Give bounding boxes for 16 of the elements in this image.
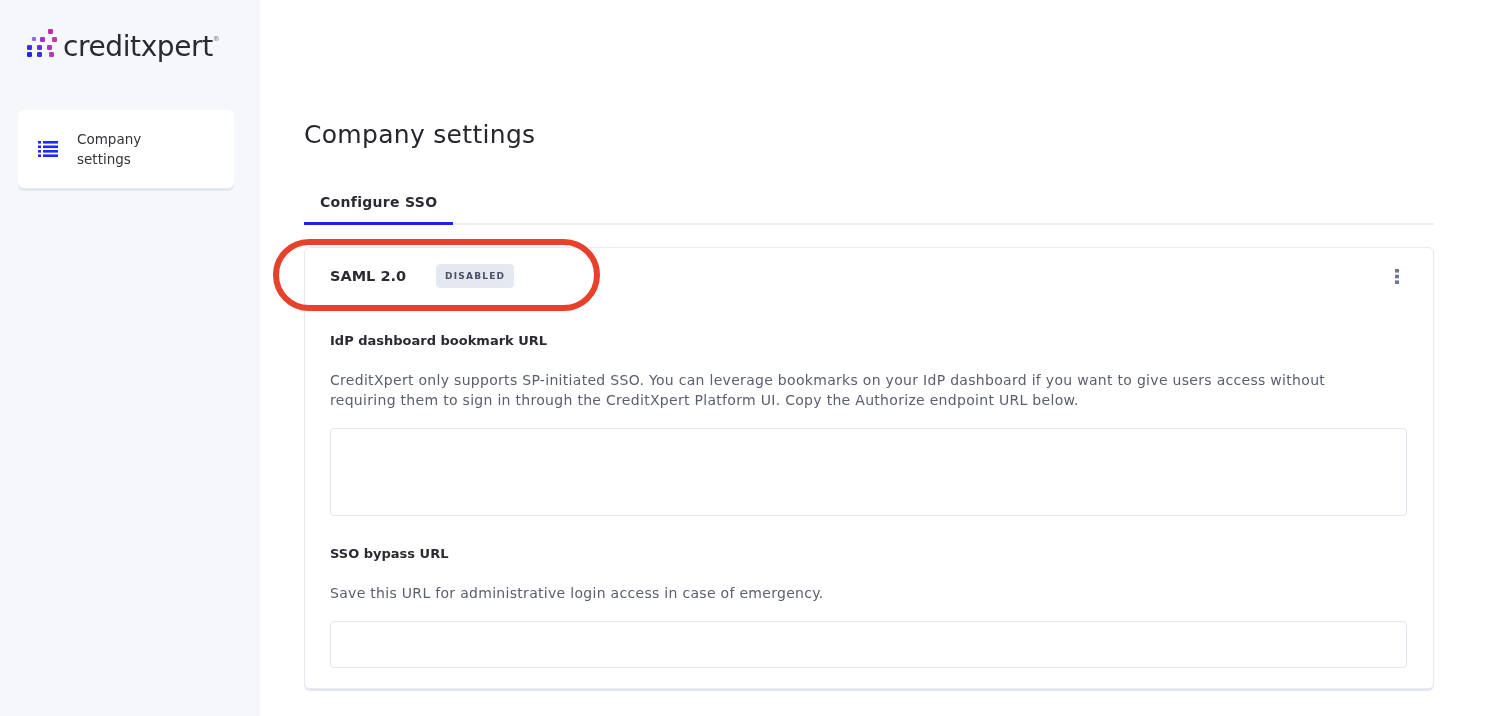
section-description: Save this URL for administrative login access in case of emergency. — [330, 584, 825, 603]
url-field[interactable] — [330, 428, 1407, 516]
vertical-dots-icon — [1395, 268, 1399, 284]
card-title: SAML 2.0 — [330, 268, 407, 284]
status-badge: DISABLED — [436, 264, 515, 288]
list-icon — [38, 141, 58, 157]
logo-icon — [26, 28, 58, 58]
section-description: CreditXpert only supports SP-initiated SSO. You can leverage bookmarks on your IdP dashboard if you want to give users access without requiring them to sign in through the CreditXpert Platform UI. Copy the Authorize endpoint URL below. — [330, 371, 1327, 410]
page-title: Company settings — [304, 119, 536, 151]
section-heading: IdP dashboard bookmark URL — [330, 332, 548, 350]
logo-text: creditxpert$^{®}$ — [63, 29, 220, 64]
sidebar-item[interactable]: Company settings — [18, 110, 234, 188]
url-field[interactable] — [330, 621, 1407, 668]
section-heading: SSO bypass URL — [330, 545, 449, 563]
tab[interactable]: Configure SSO — [304, 182, 454, 225]
more-options-button[interactable] — [1393, 266, 1401, 286]
